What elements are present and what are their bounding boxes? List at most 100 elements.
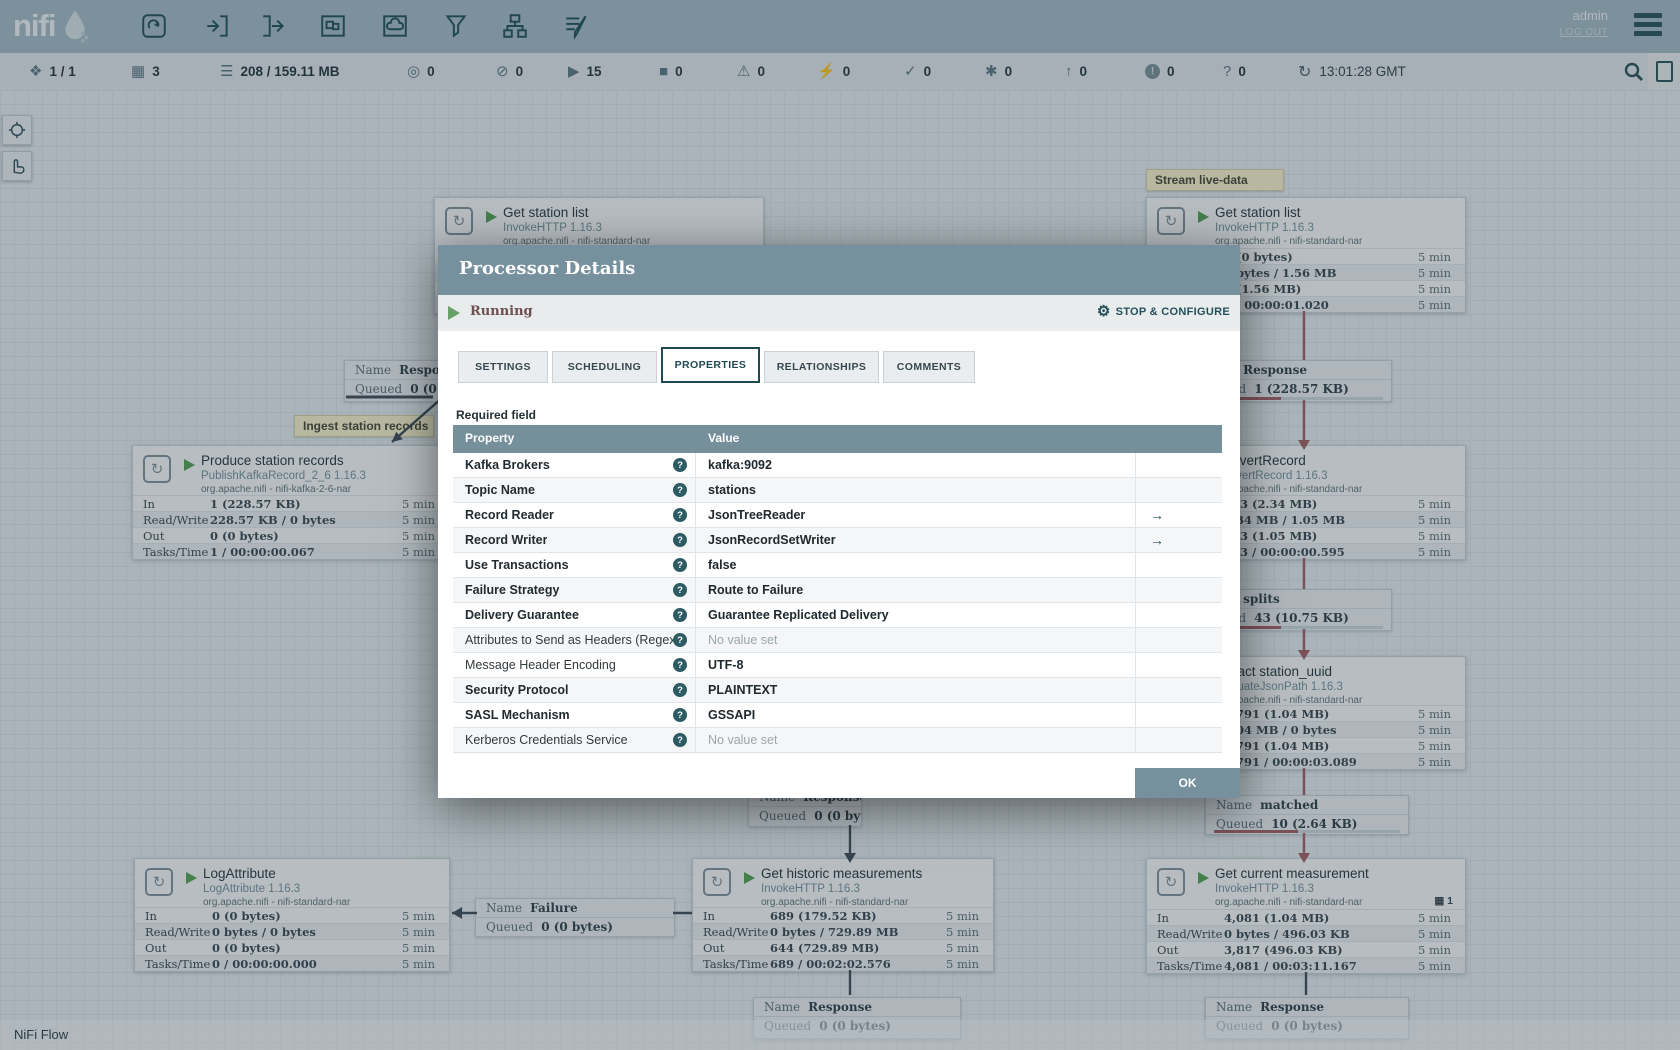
property-name-cell: Record Reader? [453, 503, 696, 527]
running-status-text: Running [470, 304, 533, 319]
properties-table-header: Property Value [453, 425, 1222, 453]
property-name: SASL Mechanism [465, 708, 570, 722]
property-extra-cell [1136, 478, 1222, 502]
property-name: Record Reader [465, 508, 554, 522]
tab-relationships[interactable]: RELATIONSHIPS [764, 351, 879, 383]
property-name-cell: Failure Strategy? [453, 578, 696, 602]
help-icon[interactable]: ? [673, 708, 687, 722]
property-name: Kafka Brokers [465, 458, 550, 472]
help-icon[interactable]: ? [673, 683, 687, 697]
property-row: Topic Name? stations [453, 477, 1222, 502]
property-row: Message Header Encoding? UTF-8 [453, 652, 1222, 677]
property-name: Failure Strategy [465, 583, 560, 597]
property-extra-cell [1136, 653, 1222, 677]
property-value: GSSAPI [708, 708, 756, 722]
dialog-body: SETTINGS SCHEDULING PROPERTIES RELATIONSHIP… [438, 331, 1240, 798]
property-name: Delivery Guarantee [465, 608, 579, 622]
property-value: Guarantee Replicated Delivery [708, 608, 889, 622]
property-value-cell[interactable]: Route to Failure [696, 578, 1136, 602]
help-icon[interactable]: ? [673, 583, 687, 597]
help-icon[interactable]: ? [673, 658, 687, 672]
help-icon[interactable]: ? [673, 508, 687, 522]
help-icon[interactable]: ? [673, 558, 687, 572]
property-extra-cell: → [1136, 528, 1222, 552]
property-row: SASL Mechanism? GSSAPI [453, 702, 1222, 727]
property-value-cell[interactable]: JsonTreeReader [696, 503, 1136, 527]
goto-service-icon[interactable]: → [1150, 507, 1164, 523]
property-value-cell[interactable]: false [696, 553, 1136, 577]
help-icon[interactable]: ? [673, 458, 687, 472]
property-name: Use Transactions [465, 558, 569, 572]
property-name-cell: Use Transactions? [453, 553, 696, 577]
property-row: Failure Strategy? Route to Failure [453, 577, 1222, 602]
property-row: Kerberos User Service?No value set [453, 752, 1222, 753]
property-extra-cell [1136, 453, 1222, 477]
property-name-cell: Topic Name? [453, 478, 696, 502]
processor-details-dialog: Processor Details Running ⚙ STOP & CONFI… [438, 245, 1240, 798]
property-value: false [708, 558, 737, 572]
goto-service-icon[interactable]: → [1150, 532, 1164, 548]
running-status-icon [448, 306, 460, 320]
dialog-status-bar: Running ⚙ STOP & CONFIGURE [438, 295, 1240, 331]
property-name-cell: Kafka Brokers? [453, 453, 696, 477]
property-value-cell[interactable]: JsonRecordSetWriter [696, 528, 1136, 552]
property-row: Security Protocol? PLAINTEXT [453, 677, 1222, 702]
property-value-cell[interactable]: PLAINTEXT [696, 678, 1136, 702]
value-column-header: Value [708, 431, 740, 445]
help-icon[interactable]: ? [673, 533, 687, 547]
property-value: UTF-8 [708, 658, 744, 672]
property-name: Message Header Encoding [465, 658, 616, 672]
property-name-cell: Message Header Encoding? [453, 653, 696, 677]
property-extra-cell [1136, 628, 1222, 652]
property-value: kafka:9092 [708, 458, 772, 472]
tab-scheduling[interactable]: SCHEDULING [552, 351, 657, 383]
property-value: No value set [708, 733, 778, 747]
property-extra-cell [1136, 678, 1222, 702]
dialog-tabs: SETTINGS SCHEDULING PROPERTIES RELATIONSHIP… [458, 347, 975, 383]
help-icon[interactable]: ? [673, 633, 687, 647]
property-name-cell: Kerberos Credentials Service? [453, 728, 696, 752]
property-name-cell: Delivery Guarantee? [453, 603, 696, 627]
property-row: Kerberos Credentials Service? No value se… [453, 727, 1222, 752]
property-row: Delivery Guarantee? Guarantee Replicated … [453, 602, 1222, 627]
help-icon[interactable]: ? [673, 483, 687, 497]
property-row: Record Writer? JsonRecordSetWriter → [453, 527, 1222, 552]
required-field-note: Required field [456, 408, 537, 422]
property-row: Attributes to Send as Headers (Regex)? No… [453, 627, 1222, 652]
property-row: Record Reader? JsonTreeReader → [453, 502, 1222, 527]
property-value-cell[interactable]: GSSAPI [696, 703, 1136, 727]
tab-settings[interactable]: SETTINGS [458, 351, 548, 383]
property-name-cell: SASL Mechanism? [453, 703, 696, 727]
ok-button[interactable]: OK [1135, 768, 1240, 798]
property-name: Record Writer [465, 533, 548, 547]
property-name: Security Protocol [465, 683, 569, 697]
property-value-cell[interactable]: Guarantee Replicated Delivery [696, 603, 1136, 627]
property-value: Route to Failure [708, 583, 804, 597]
properties-table: Property Value Kafka Brokers? kafka:9092 T… [453, 425, 1222, 753]
property-value: stations [708, 483, 756, 497]
property-name-cell: Attributes to Send as Headers (Regex)? [453, 628, 696, 652]
property-column-header: Property [465, 431, 515, 445]
property-value-cell: No value set [696, 628, 1136, 652]
property-row: Kafka Brokers? kafka:9092 [453, 453, 1222, 477]
property-value-cell[interactable]: UTF-8 [696, 653, 1136, 677]
property-extra-cell [1136, 603, 1222, 627]
help-icon[interactable]: ? [673, 608, 687, 622]
property-value-cell[interactable]: stations [696, 478, 1136, 502]
property-extra-cell [1136, 553, 1222, 577]
property-value-cell[interactable]: kafka:9092 [696, 453, 1136, 477]
property-value-cell: No value set [696, 728, 1136, 752]
property-name: Kerberos Credentials Service [465, 733, 628, 747]
property-value: No value set [708, 633, 778, 647]
property-value: PLAINTEXT [708, 683, 778, 697]
tab-properties[interactable]: PROPERTIES [661, 347, 760, 383]
tab-comments[interactable]: COMMENTS [883, 351, 975, 383]
dialog-header: Processor Details [438, 245, 1240, 295]
property-name-cell: Record Writer? [453, 528, 696, 552]
property-row: Use Transactions? false [453, 552, 1222, 577]
stop-and-configure-button[interactable]: ⚙ STOP & CONFIGURE [1097, 304, 1230, 319]
property-extra-cell [1136, 578, 1222, 602]
property-extra-cell [1136, 703, 1222, 727]
help-icon[interactable]: ? [673, 733, 687, 747]
property-extra-cell: → [1136, 503, 1222, 527]
